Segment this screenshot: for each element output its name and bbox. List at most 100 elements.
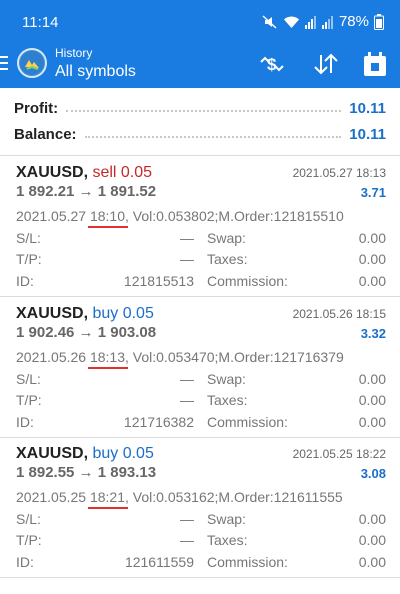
tp-value: —	[180, 532, 194, 548]
tp-value: —	[180, 251, 194, 267]
screen-title[interactable]: All symbols	[55, 63, 136, 81]
deal-info: 2021.05.27 18:10, Vol:0.053802;M.Order:1…	[16, 208, 344, 228]
deal-side: buy 0.05	[92, 445, 154, 462]
taxes-label: Taxes:	[207, 251, 248, 267]
mute-icon	[262, 14, 278, 30]
deal-side: sell 0.05	[92, 164, 153, 181]
deal-row-id-commission: ID: 121611559 Commission: 0.00	[16, 554, 386, 574]
profit-value: 10.11	[349, 99, 386, 117]
id-label: ID:	[16, 554, 34, 570]
deal-item[interactable]: XAUUSD, buy 0.05 2021.05.25 18:22 1 892.…	[0, 437, 400, 577]
sl-label: S/L:	[16, 371, 41, 387]
balance-value: 10.11	[349, 125, 386, 143]
battery-percent: 78%	[338, 13, 369, 30]
signal-icon	[321, 15, 334, 29]
commission-value: 0.00	[358, 414, 386, 430]
profit-row: Profit: 10.11	[14, 97, 386, 119]
id-value: 121716382	[123, 414, 194, 430]
swap-value: 0.00	[358, 230, 386, 246]
balance-row: Balance: 10.11	[14, 123, 386, 145]
status-time: 11:14	[22, 14, 59, 31]
profit-label: Profit:	[14, 99, 59, 117]
deal-row-sl-swap: S/L: — Swap: 0.00	[16, 511, 386, 531]
commission-label: Commission:	[207, 273, 288, 289]
id-label: ID:	[16, 414, 34, 430]
commission-label: Commission:	[207, 554, 288, 570]
tp-label: T/P:	[16, 392, 42, 408]
swap-label: Swap:	[207, 371, 246, 387]
deal-symbol: XAUUSD, sell 0.05	[16, 164, 153, 181]
deal-profit: 3.71	[360, 185, 386, 200]
commission-value: 0.00	[358, 554, 386, 570]
deal-profit: 3.08	[360, 466, 386, 481]
dotted-leader	[66, 104, 342, 112]
swap-label: Swap:	[207, 511, 246, 527]
currency-sort-icon[interactable]: $	[258, 50, 286, 78]
swap-value: 0.00	[358, 371, 386, 387]
deal-side: buy 0.05	[92, 305, 154, 322]
deal-datetime: 2021.05.26 18:15	[292, 307, 386, 321]
status-icons: 78%	[262, 13, 384, 30]
deal-symbol: XAUUSD, buy 0.05	[16, 445, 154, 462]
deal-row-tp-taxes: T/P: — Taxes: 0.00	[16, 251, 386, 271]
deal-info: 2021.05.26 18:13, Vol:0.053470;M.Order:1…	[16, 349, 344, 369]
taxes-value: 0.00	[358, 532, 386, 548]
deal-symbol: XAUUSD, buy 0.05	[16, 305, 154, 322]
calendar-icon[interactable]	[361, 50, 389, 78]
id-value: 121611559	[124, 554, 194, 570]
swap-label: Swap:	[207, 230, 246, 246]
deal-row-sl-swap: S/L: — Swap: 0.00	[16, 371, 386, 391]
app-logo[interactable]	[17, 48, 47, 78]
sort-icon[interactable]	[312, 50, 340, 78]
divider	[0, 577, 400, 578]
deal-row-id-commission: ID: 121815513 Commission: 0.00	[16, 273, 386, 293]
deal-profit: 3.32	[360, 326, 386, 341]
deal-datetime: 2021.05.25 18:22	[292, 447, 386, 461]
deal-item[interactable]: XAUUSD, sell 0.05 2021.05.27 18:13 1 892…	[0, 156, 400, 296]
taxes-value: 0.00	[358, 251, 386, 267]
red-underline-annotation	[87, 226, 129, 228]
sl-label: S/L:	[16, 511, 41, 527]
wifi-icon	[283, 14, 300, 29]
deal-row-id-commission: ID: 121716382 Commission: 0.00	[16, 414, 386, 434]
signal-icon	[304, 15, 317, 29]
deal-open-time: 18:13	[89, 349, 126, 365]
sl-value: —	[180, 230, 194, 246]
taxes-label: Taxes:	[207, 392, 248, 408]
deal-prices: 1 892.55 → 1 893.13	[16, 464, 157, 481]
battery-icon	[374, 13, 384, 30]
red-underline-annotation	[87, 507, 129, 509]
screen-subtitle: History	[55, 46, 93, 60]
deal-row-sl-swap: S/L: — Swap: 0.00	[16, 230, 386, 250]
deal-info: 2021.05.25 18:21, Vol:0.053162;M.Order:1…	[16, 489, 343, 509]
app-bar: History All symbols $	[0, 40, 400, 88]
tp-label: T/P:	[16, 251, 42, 267]
balance-label: Balance:	[14, 125, 77, 143]
commission-value: 0.00	[358, 273, 386, 289]
sl-value: —	[180, 371, 194, 387]
deal-prices: 1 902.46 → 1 903.08	[16, 324, 157, 341]
sl-value: —	[180, 511, 194, 527]
red-underline-annotation	[87, 367, 129, 369]
deal-row-tp-taxes: T/P: — Taxes: 0.00	[16, 392, 386, 412]
deal-datetime: 2021.05.27 18:13	[292, 166, 386, 180]
commission-label: Commission:	[207, 414, 288, 430]
tp-value: —	[180, 392, 194, 408]
dotted-leader	[84, 130, 342, 138]
deal-row-tp-taxes: T/P: — Taxes: 0.00	[16, 532, 386, 552]
status-bar: 11:14 78%	[0, 0, 400, 40]
taxes-label: Taxes:	[207, 532, 248, 548]
summary-panel: Profit: 10.11 Balance: 10.11	[0, 88, 400, 154]
deal-open-time: 18:10	[89, 208, 126, 224]
taxes-value: 0.00	[358, 392, 386, 408]
deal-item[interactable]: XAUUSD, buy 0.05 2021.05.26 18:15 1 902.…	[0, 297, 400, 437]
menu-icon[interactable]	[0, 56, 8, 70]
id-label: ID:	[16, 273, 34, 289]
swap-value: 0.00	[358, 511, 386, 527]
sl-label: S/L:	[16, 230, 41, 246]
svg-text:$: $	[267, 55, 277, 74]
deal-open-time: 18:21	[89, 489, 126, 505]
tp-label: T/P:	[16, 532, 42, 548]
id-value: 121815513	[123, 273, 194, 289]
deal-prices: 1 892.21 → 1 891.52	[16, 183, 157, 200]
